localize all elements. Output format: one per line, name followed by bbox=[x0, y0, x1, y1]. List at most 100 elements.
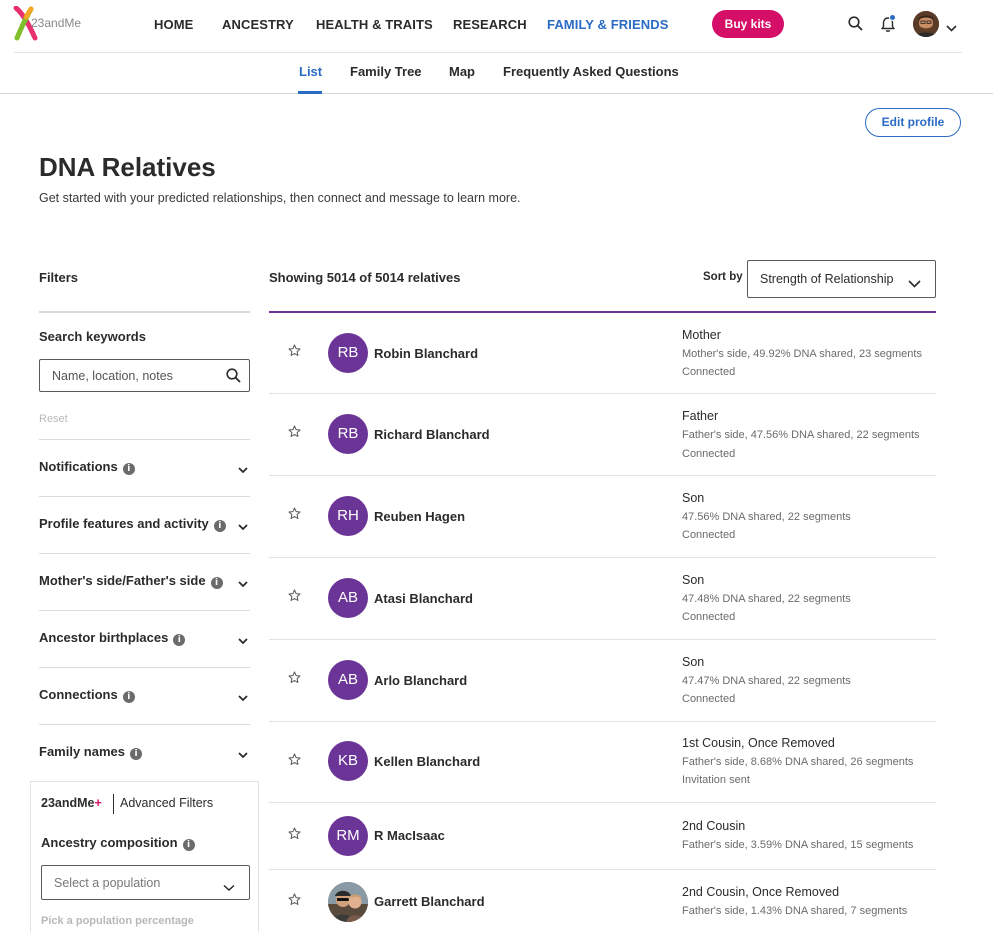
user-avatar[interactable] bbox=[913, 11, 939, 37]
filter-profile-features[interactable]: Profile features and activity i bbox=[39, 514, 250, 534]
relative-row[interactable]: RM R MacIsaac 2nd Cousin Father's side, … bbox=[269, 803, 936, 870]
population-select[interactable]: Select a population bbox=[41, 865, 250, 900]
brand-separator bbox=[113, 794, 114, 814]
avatar[interactable]: RH bbox=[328, 496, 368, 536]
population-percentage-label: Pick a population percentage bbox=[41, 915, 194, 927]
sort-by-label: Sort by bbox=[703, 271, 743, 283]
relative-row[interactable]: Garrett Blanchard 2nd Cousin, Once Remov… bbox=[269, 870, 936, 932]
relative-row[interactable]: RB Richard Blanchard Father Father's sid… bbox=[269, 394, 936, 476]
info-icon[interactable]: i bbox=[182, 839, 195, 851]
star-icon[interactable] bbox=[288, 425, 301, 443]
avatar[interactable]: RB bbox=[328, 333, 368, 373]
tab-faq[interactable]: Frequently Asked Questions bbox=[503, 64, 679, 79]
tab-map[interactable]: Map bbox=[449, 64, 475, 79]
dna-shared-details: Father's side, 3.59% DNA shared, 15 segm… bbox=[682, 839, 914, 851]
nav-health-traits[interactable]: HEALTH & TRAITS bbox=[316, 17, 433, 32]
connection-status: Connected bbox=[682, 611, 736, 623]
filter-notifications-label: Notifications bbox=[39, 459, 118, 474]
23andme-logo[interactable]: 23andMe bbox=[13, 5, 93, 42]
star-icon[interactable] bbox=[288, 589, 301, 607]
nav-home[interactable]: HOME bbox=[154, 17, 193, 32]
info-icon[interactable]: i bbox=[130, 748, 142, 760]
relative-row[interactable]: AB Arlo Blanchard Son 47.47% DNA shared,… bbox=[269, 640, 936, 722]
logo-text: 23andMe bbox=[31, 16, 82, 30]
tab-family-tree[interactable]: Family Tree bbox=[350, 64, 422, 79]
notification-dot bbox=[889, 14, 896, 21]
relative-row[interactable]: AB Atasi Blanchard Son 47.48% DNA shared… bbox=[269, 558, 936, 640]
nav-research[interactable]: RESEARCH bbox=[453, 17, 527, 32]
relationship-label: Son bbox=[682, 491, 705, 505]
page-title: DNA Relatives bbox=[39, 152, 216, 182]
search-keywords-input[interactable] bbox=[40, 360, 220, 391]
account-chevron-down-icon[interactable] bbox=[946, 19, 957, 37]
tab-list[interactable]: List bbox=[299, 64, 322, 79]
filter-divider bbox=[39, 667, 250, 668]
relative-name[interactable]: Atasi Blanchard bbox=[374, 591, 473, 606]
star-icon[interactable] bbox=[288, 344, 301, 362]
dna-shared-details: Father's side, 8.68% DNA shared, 26 segm… bbox=[682, 756, 914, 768]
avatar[interactable] bbox=[328, 882, 368, 922]
relationship-label: Father bbox=[682, 409, 719, 423]
filter-connections-label: Connections bbox=[39, 687, 118, 702]
chevron-down-icon bbox=[238, 689, 248, 707]
edit-profile-button[interactable]: Edit profile bbox=[865, 108, 961, 137]
advanced-filters-panel: 23andMe+ Advanced Filters Ancestry compo… bbox=[30, 781, 259, 932]
filter-profile-features-label: Profile features and activity bbox=[39, 516, 209, 531]
relationship-label: Mother bbox=[682, 328, 721, 342]
relative-name[interactable]: Richard Blanchard bbox=[374, 427, 490, 442]
results-count: Showing 5014 of 5014 relatives bbox=[269, 270, 461, 285]
nav-ancestry[interactable]: ANCESTRY bbox=[222, 17, 294, 32]
relative-name[interactable]: Garrett Blanchard bbox=[374, 894, 485, 909]
filter-ancestor-birthplaces-label: Ancestor birthplaces bbox=[39, 630, 169, 645]
relative-name[interactable]: Kellen Blanchard bbox=[374, 754, 480, 769]
relative-row[interactable]: RH Reuben Hagen Son 47.56% DNA shared, 2… bbox=[269, 476, 936, 558]
filters-divider bbox=[39, 311, 250, 313]
avatar[interactable]: KB bbox=[328, 741, 368, 781]
relative-name[interactable]: Reuben Hagen bbox=[374, 509, 465, 524]
dna-shared-details: 47.56% DNA shared, 22 segments bbox=[682, 511, 851, 523]
nav-family-friends[interactable]: FAMILY & FRIENDS bbox=[547, 17, 669, 32]
chevron-down-icon bbox=[223, 879, 235, 897]
info-icon[interactable]: i bbox=[122, 463, 135, 475]
filter-divider bbox=[39, 610, 250, 611]
star-icon[interactable] bbox=[288, 507, 301, 525]
filter-family-names[interactable]: Family names i bbox=[39, 742, 250, 762]
star-icon[interactable] bbox=[288, 671, 301, 689]
top-navigation: 23andMe HOME ANCESTRY HEALTH & TRAITS RE… bbox=[0, 0, 993, 53]
relationship-label: 2nd Cousin, Once Removed bbox=[682, 885, 840, 899]
search-icon[interactable] bbox=[226, 368, 241, 388]
relative-name[interactable]: R MacIsaac bbox=[374, 828, 445, 843]
page-subtitle: Get started with your predicted relation… bbox=[39, 191, 521, 205]
avatar[interactable]: AB bbox=[328, 578, 368, 618]
relative-name[interactable]: Robin Blanchard bbox=[374, 346, 478, 361]
relative-name[interactable]: Arlo Blanchard bbox=[374, 673, 467, 688]
connection-status: Connected bbox=[682, 366, 736, 378]
avatar[interactable]: AB bbox=[328, 660, 368, 700]
reset-link[interactable]: Reset bbox=[39, 413, 68, 425]
avatar[interactable]: RM bbox=[328, 816, 368, 856]
ancestry-composition-text: Ancestry composition bbox=[41, 835, 178, 850]
info-icon[interactable]: i bbox=[210, 577, 223, 589]
relative-row[interactable]: RB Robin Blanchard Mother Mother's side,… bbox=[269, 313, 936, 394]
info-icon[interactable]: i bbox=[213, 520, 226, 532]
filter-connections[interactable]: Connections i bbox=[39, 685, 250, 705]
star-icon[interactable] bbox=[288, 753, 301, 771]
filter-divider bbox=[39, 496, 250, 497]
star-icon[interactable] bbox=[288, 893, 301, 911]
connection-status: Invitation sent bbox=[682, 774, 750, 786]
search-keywords-label: Search keywords bbox=[39, 329, 146, 344]
relative-row[interactable]: KB Kellen Blanchard 1st Cousin, Once Rem… bbox=[269, 722, 936, 803]
filter-notifications[interactable]: Notifications i bbox=[39, 457, 250, 477]
connection-status: Connected bbox=[682, 529, 736, 541]
info-icon[interactable]: i bbox=[173, 634, 186, 646]
filter-ancestor-birthplaces[interactable]: Ancestor birthplaces i bbox=[39, 628, 250, 648]
star-icon[interactable] bbox=[288, 827, 301, 845]
filter-parent-side[interactable]: Mother's side/Father's side i bbox=[39, 571, 250, 591]
info-icon[interactable]: i bbox=[122, 691, 135, 703]
dna-shared-details: Mother's side, 49.92% DNA shared, 23 seg… bbox=[682, 348, 922, 360]
buy-kits-button[interactable]: Buy kits bbox=[712, 10, 784, 38]
dna-shared-details: 47.47% DNA shared, 22 segments bbox=[682, 675, 851, 687]
sort-select[interactable]: Strength of Relationship bbox=[747, 260, 936, 298]
avatar[interactable]: RB bbox=[328, 414, 368, 454]
search-icon[interactable] bbox=[848, 16, 863, 36]
